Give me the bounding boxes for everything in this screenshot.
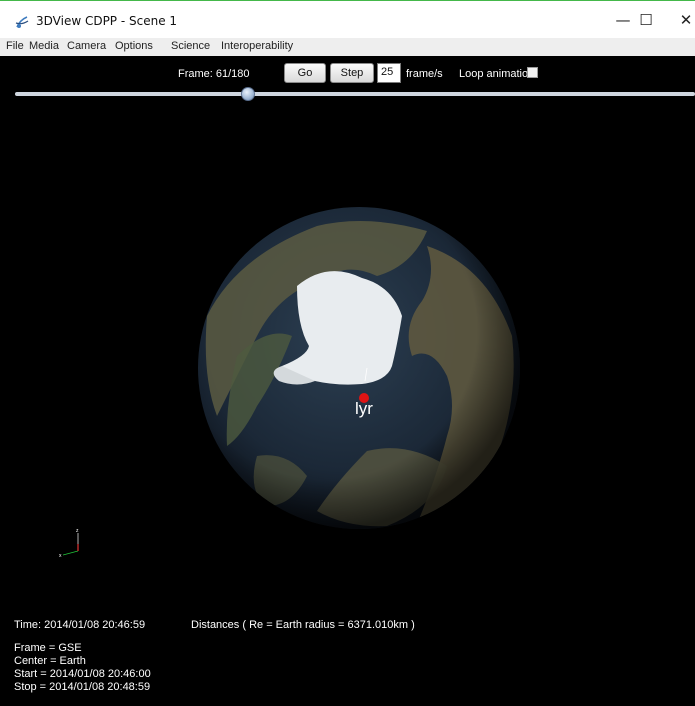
title-bar[interactable]: 3DView CDPP - Scene 1 — ☐ ✕ — [0, 0, 695, 38]
fps-input[interactable]: 25 — [377, 63, 401, 83]
menu-science[interactable]: Science — [171, 40, 210, 52]
stop-readout: Stop = 2014/01/08 20:48:59 — [14, 681, 151, 693]
close-button[interactable]: ✕ — [668, 8, 695, 32]
fps-unit-label: frame/s — [406, 68, 443, 80]
menu-media[interactable]: Media — [29, 40, 59, 52]
maximize-button[interactable]: ☐ — [628, 8, 664, 32]
frame-counter: Frame: 61/180 — [178, 68, 250, 80]
z-axis-label: z — [76, 528, 79, 534]
step-button[interactable]: Step — [330, 63, 374, 83]
go-button[interactable]: Go — [284, 63, 326, 83]
x-axis-label: x — [59, 553, 62, 558]
distances-readout: Distances ( Re = Earth radius = 6371.010… — [191, 619, 415, 631]
axis-triad: z x — [59, 528, 79, 558]
time-readout: Time: 2014/01/08 20:46:59 — [14, 619, 146, 631]
window-top-accent — [0, 0, 695, 1]
menu-camera[interactable]: Camera — [67, 40, 106, 52]
earth-globe[interactable]: lyr — [197, 206, 521, 530]
lyr-label: lyr — [355, 399, 373, 418]
x-axis-line — [62, 550, 79, 556]
menu-options[interactable]: Options — [115, 40, 153, 52]
menu-file[interactable]: File — [6, 40, 24, 52]
start-readout: Start = 2014/01/08 20:46:00 — [14, 668, 151, 680]
3dview-app-icon — [15, 16, 29, 28]
loop-animation-checkbox[interactable] — [527, 67, 538, 78]
center-readout: Center = Earth — [14, 655, 86, 667]
globe-shading — [198, 207, 520, 529]
window-title: 3DView CDPP - Scene 1 — [36, 14, 178, 28]
menu-interoperability[interactable]: Interoperability — [221, 40, 293, 52]
menu-bar: File Media Camera Options Science Intero… — [0, 38, 695, 57]
frame-slider-thumb[interactable] — [241, 87, 255, 101]
frame-readout: Frame = GSE — [14, 642, 82, 654]
frame-slider-track[interactable] — [15, 92, 695, 96]
loop-animation-label: Loop animation — [459, 68, 535, 80]
